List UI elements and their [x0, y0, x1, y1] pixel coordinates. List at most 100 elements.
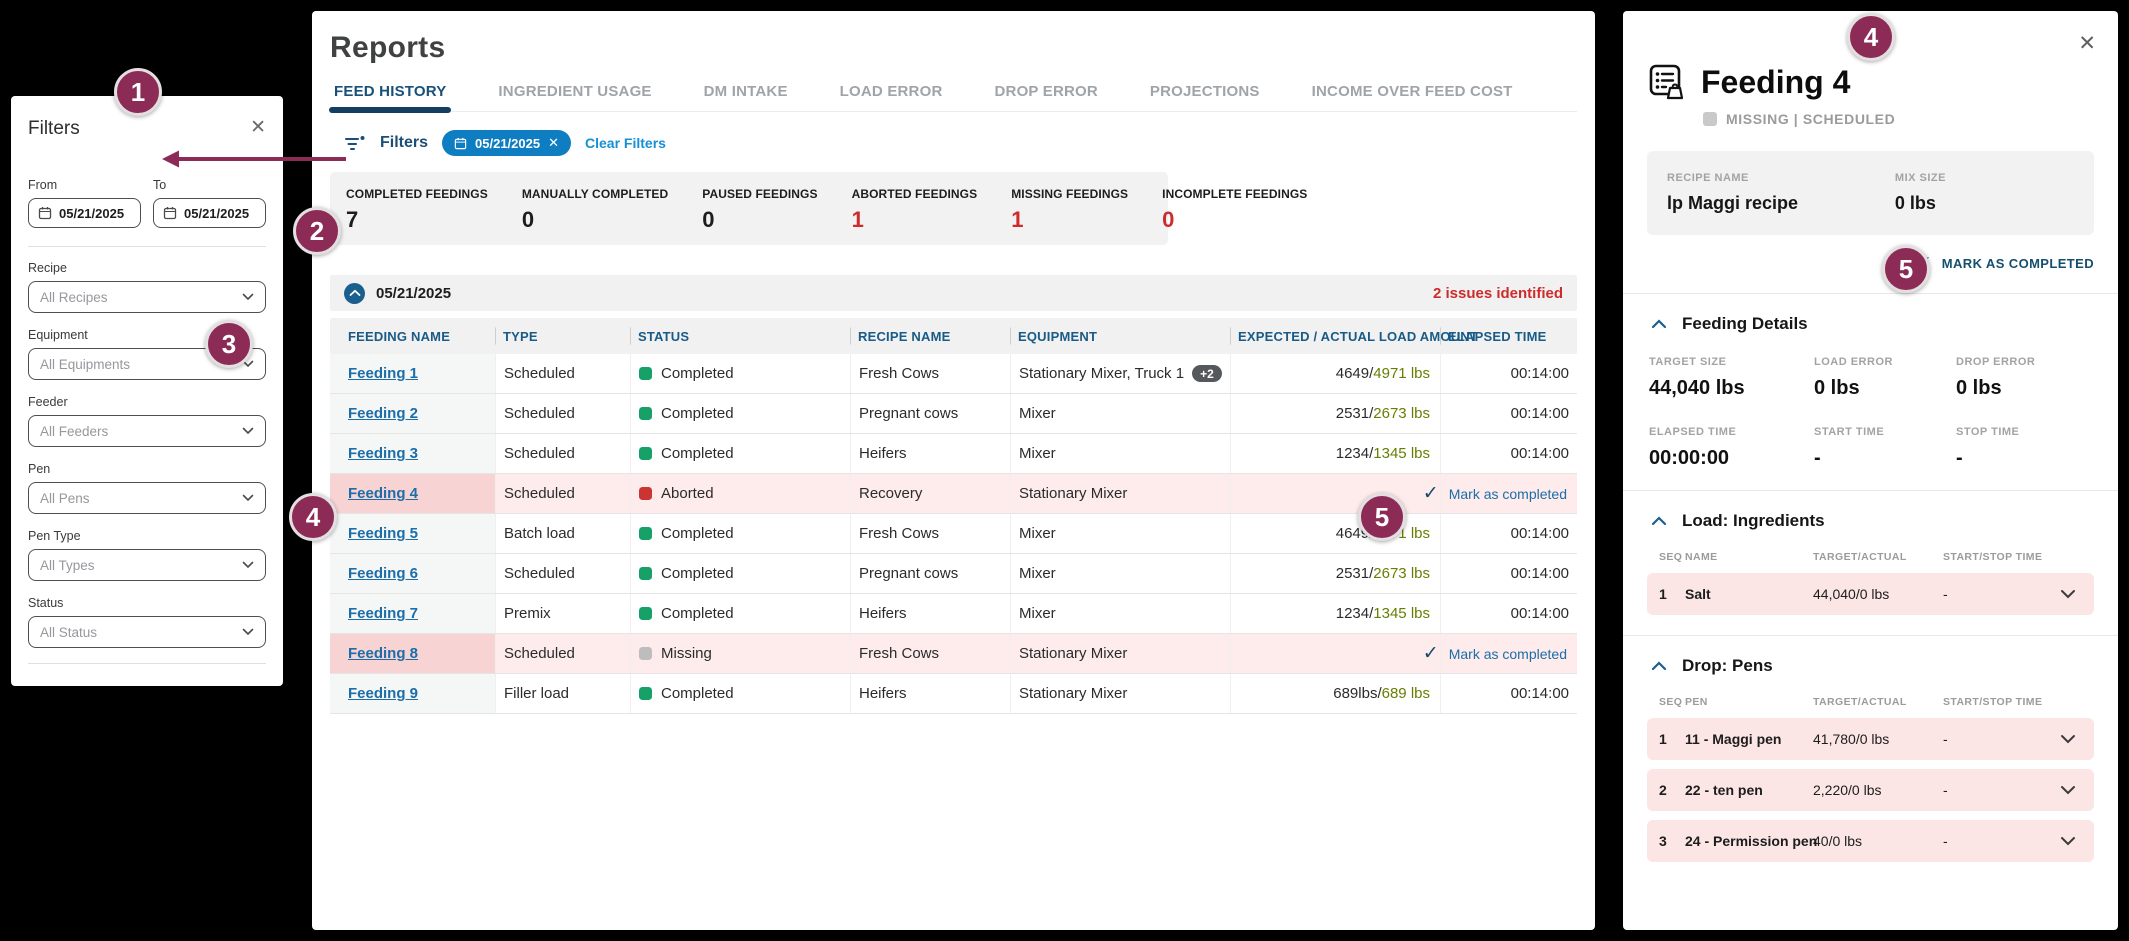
- recipe-info-card: RECIPE NAME lp Maggi recipe MIX SIZE 0 l…: [1647, 151, 2094, 235]
- feeding-link[interactable]: Feeding 9: [348, 685, 418, 702]
- equipment-more-badge[interactable]: +2: [1192, 365, 1222, 382]
- expected-amount: 2531/: [1336, 405, 1374, 422]
- detail-status-text: MISSING | SCHEDULED: [1726, 111, 1895, 127]
- day-group-date: 05/21/2025: [376, 285, 451, 302]
- divider: [28, 246, 266, 247]
- filter-select[interactable]: All Types: [28, 549, 266, 581]
- tab[interactable]: DROP ERROR: [995, 83, 1098, 111]
- filter-select[interactable]: All Recipes: [28, 281, 266, 313]
- feeding-link[interactable]: Feeding 5: [348, 525, 418, 542]
- chevron-down-icon[interactable]: [2060, 589, 2082, 599]
- close-icon[interactable]: ✕: [250, 118, 266, 137]
- pen-row[interactable]: 1 11 - Maggi pen 41,780/0 lbs -: [1647, 718, 2094, 760]
- recipe-name-block: RECIPE NAME lp Maggi recipe: [1667, 172, 1895, 214]
- filter-select[interactable]: All Pens: [28, 482, 266, 514]
- annotation-badge-number: 4: [1864, 22, 1878, 53]
- status-text: Missing: [661, 645, 712, 662]
- table-header-row: FEEDING NAME TYPE STATUS RECIPE NAME EQU…: [330, 318, 1577, 354]
- chevron-down-icon[interactable]: [2060, 785, 2082, 795]
- load-amount-cell: 689lbs/ 689 lbs: [1230, 674, 1440, 713]
- collapse-chevron-up-icon[interactable]: [344, 283, 365, 304]
- detail-stat: ELAPSED TIME 00:00:00: [1649, 426, 1814, 470]
- equipment-text: Mixer: [1019, 405, 1056, 422]
- pen-row[interactable]: 3 24 - Permission pen 40/0 lbs -: [1647, 820, 2094, 862]
- clear-filters-link[interactable]: Clear Filters: [585, 135, 666, 151]
- filter-bar: Filters 05/21/2025 ✕ Clear Filters: [330, 130, 1577, 156]
- col-pen: PEN: [1685, 696, 1813, 708]
- chevron-down-icon[interactable]: [2060, 836, 2082, 846]
- filters-panel: Filters ✕ From 05/21/2025 To 05/21/2025: [11, 96, 283, 686]
- filters-panel-title: Filters: [28, 118, 80, 140]
- feeding-name-cell: Feeding 3: [330, 434, 495, 473]
- equipment-cell: Stationary Mixer: [1010, 674, 1230, 713]
- status-text: Aborted: [661, 485, 714, 502]
- chevron-down-icon: [242, 494, 254, 502]
- chip-value: 05/21/2025: [475, 136, 540, 151]
- missing-status-square-icon: [1703, 112, 1717, 126]
- pen-time: -: [1943, 782, 2060, 798]
- type-cell: Premix: [495, 594, 630, 633]
- feeding-link[interactable]: Feeding 2: [348, 405, 418, 422]
- feeding-link[interactable]: Feeding 7: [348, 605, 418, 622]
- feeding-link[interactable]: Feeding 8: [348, 645, 418, 662]
- tab-bar: FEED HISTORY INGREDIENT USAGE DM INTAKE LOA…: [330, 83, 1577, 112]
- mark-as-completed-link[interactable]: Mark as completed: [1449, 486, 1567, 502]
- chevron-up-icon[interactable]: [1651, 661, 1667, 671]
- detail-stat-label: TARGET SIZE: [1649, 356, 1814, 368]
- elapsed-time-cell: 00:14:00: [1440, 554, 1577, 593]
- equipment-text: Stationary Mixer, Truck 1: [1019, 365, 1184, 382]
- mark-as-completed-action[interactable]: ✓ Mark as completed: [1423, 634, 1567, 673]
- expected-amount: 2531/: [1336, 565, 1374, 582]
- chip-close-icon[interactable]: ✕: [548, 135, 559, 151]
- equipment-cell: Mixer: [1010, 554, 1230, 593]
- load-amount-cell: 4649/ 4971 lbs: [1230, 354, 1440, 393]
- feeding-link[interactable]: Feeding 4: [348, 485, 418, 502]
- tab[interactable]: PROJECTIONS: [1150, 83, 1260, 111]
- tab[interactable]: INCOME OVER FEED COST: [1312, 83, 1513, 111]
- filter-select[interactable]: All Feeders: [28, 415, 266, 447]
- check-icon: ✓: [1423, 642, 1439, 665]
- status-text: Completed: [661, 525, 734, 542]
- chevron-up-icon[interactable]: [1651, 516, 1667, 526]
- from-date-input[interactable]: 05/21/2025: [28, 198, 141, 228]
- annotation-badge: 5: [1358, 493, 1406, 541]
- status-square-icon: [639, 487, 652, 500]
- mix-size-label: MIX SIZE: [1895, 172, 2074, 184]
- status-text: Completed: [661, 405, 734, 422]
- feeding-link[interactable]: Feeding 1: [348, 365, 418, 382]
- chevron-up-icon[interactable]: [1651, 319, 1667, 329]
- chevron-down-icon[interactable]: [2060, 734, 2082, 744]
- pen-row[interactable]: 2 22 - ten pen 2,220/0 lbs -: [1647, 769, 2094, 811]
- col-start-stop: START/STOP TIME: [1943, 551, 2060, 563]
- equipment-cell: Mixer: [1010, 394, 1230, 433]
- filter-select[interactable]: All Status: [28, 616, 266, 648]
- mark-as-completed-action[interactable]: ✓ Mark as completed: [1423, 474, 1567, 513]
- tab[interactable]: FEED HISTORY: [334, 83, 446, 111]
- mark-as-completed-action[interactable]: ✓ MARK AS COMPLETED: [1647, 253, 2094, 273]
- tab[interactable]: LOAD ERROR: [840, 83, 943, 111]
- table-row: Feeding 8 Scheduled Missing Fresh Cows S…: [330, 634, 1577, 674]
- check-icon: ✓: [1423, 482, 1439, 505]
- close-icon[interactable]: ✕: [2078, 31, 2096, 56]
- date-filter-chip[interactable]: 05/21/2025 ✕: [442, 130, 571, 156]
- stat-value: 1: [852, 207, 978, 233]
- feeding-name-cell: Feeding 1: [330, 354, 495, 393]
- mark-as-completed-link[interactable]: Mark as completed: [1449, 646, 1567, 662]
- col-target-actual: TARGET/ACTUAL: [1813, 696, 1943, 708]
- status-cell: Completed: [630, 554, 850, 593]
- tab[interactable]: DM INTAKE: [704, 83, 788, 111]
- mark-as-completed-link[interactable]: MARK AS COMPLETED: [1942, 256, 2094, 271]
- equipment-text: Mixer: [1019, 565, 1056, 582]
- filter-select-value: All Recipes: [40, 290, 108, 305]
- to-date-input[interactable]: 05/21/2025: [153, 198, 266, 228]
- divider: [1623, 293, 2118, 294]
- detail-title: Feeding 4: [1701, 64, 1850, 101]
- ingredient-row[interactable]: 1 Salt 44,040/0 lbs -: [1647, 573, 2094, 615]
- feeding-link[interactable]: Feeding 6: [348, 565, 418, 582]
- summary-stat: COMPLETED FEEDINGS 7: [346, 187, 488, 233]
- load-amount-cell: 2531/ 2673 lbs: [1230, 554, 1440, 593]
- status-cell: Completed: [630, 514, 850, 553]
- feeding-link[interactable]: Feeding 3: [348, 445, 418, 462]
- annotation-badge-number: 4: [306, 502, 320, 533]
- tab[interactable]: INGREDIENT USAGE: [498, 83, 651, 111]
